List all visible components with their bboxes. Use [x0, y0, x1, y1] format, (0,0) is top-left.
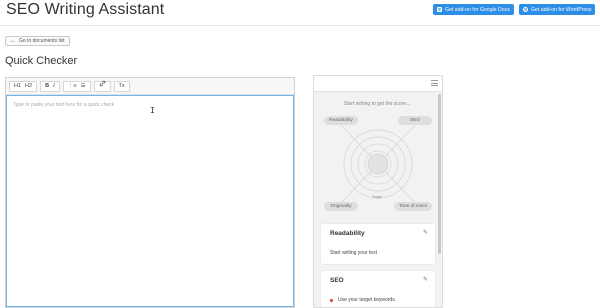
score-hint: Start writing to get the score... — [343, 101, 411, 107]
heading-1-button[interactable]: H1 — [12, 81, 23, 92]
text-editor: H1 H2 B I ⋮≡ ☰ Tx Type or paste your tex… — [5, 77, 295, 308]
readability-card-title: Readability — [330, 230, 365, 237]
format-group: B I — [40, 80, 60, 92]
heading-2-button[interactable]: H2 — [23, 81, 34, 92]
wordpress-addon-button[interactable]: W Get add-on for WordPress — [519, 4, 596, 15]
text-cursor-icon: I — [150, 106, 155, 115]
menu-icon[interactable] — [431, 80, 438, 86]
link-glyph — [99, 80, 105, 87]
readability-card-text: Start writing your text — [330, 250, 377, 256]
list-group: ⋮≡ ☰ — [62, 80, 91, 92]
seo-recommendation-text: Use your target keywords. — [338, 297, 397, 303]
score-panel: Start writing to get the score... Target… — [313, 75, 443, 308]
google-docs-addon-button[interactable]: ▤ Get add-on for Google Docs — [433, 4, 514, 15]
google-docs-addon-label: Get add-on for Google Docs — [445, 6, 510, 13]
back-button-label: Go to documents list — [19, 38, 65, 44]
pencil-icon[interactable]: ✎ — [423, 276, 428, 283]
heading-group: H1 H2 — [9, 80, 38, 92]
page-title: Quick Checker — [5, 55, 78, 67]
alert-dot-icon — [330, 298, 333, 302]
link-group — [93, 80, 111, 92]
originality-axis-label: Originality — [324, 202, 358, 211]
link-icon[interactable] — [97, 80, 108, 92]
seo-card-title: SEO — [330, 277, 344, 284]
ordered-list-icon[interactable]: ⋮≡ — [66, 81, 79, 92]
google-docs-icon: ▤ — [437, 6, 442, 12]
panel-scrollbar[interactable] — [438, 94, 441, 254]
score-panel-header — [314, 76, 442, 92]
seo-card[interactable]: SEO ✎ Use your target keywords. — [321, 271, 435, 307]
back-to-documents-button[interactable]: ← Go to documents list — [5, 36, 70, 46]
pencil-icon[interactable]: ✎ — [423, 229, 428, 236]
arrow-left-icon: ← — [10, 38, 16, 44]
readability-axis-label: Readability — [324, 116, 358, 125]
top-bar: SEO Writing Assistant ▤ Get add-on for G… — [0, 0, 600, 26]
wordpress-addon-label: Get add-on for WordPress — [531, 6, 592, 13]
readability-card[interactable]: Readability ✎ Start writing your text — [321, 224, 435, 264]
app-title: SEO Writing Assistant — [6, 1, 165, 18]
seo-recommendation: Use your target keywords. — [330, 297, 396, 303]
bullet-list-icon[interactable]: ☰ — [79, 81, 88, 92]
clear-group: Tx — [113, 80, 130, 92]
tone-of-voice-axis-label: Tone of voice — [394, 202, 432, 211]
target-label: Target — [372, 195, 382, 199]
clear-format-button[interactable]: Tx — [117, 81, 127, 92]
editor-toolbar: H1 H2 B I ⋮≡ ☰ Tx — [6, 78, 294, 95]
text-input-area[interactable]: Type or paste your text here for a quick… — [6, 95, 294, 307]
bold-button[interactable]: B — [43, 81, 51, 92]
italic-button[interactable]: I — [51, 81, 57, 92]
seo-axis-label: SEO — [398, 116, 432, 125]
text-placeholder: Type or paste your text here for a quick… — [13, 102, 115, 108]
wordpress-icon: W — [523, 6, 528, 12]
